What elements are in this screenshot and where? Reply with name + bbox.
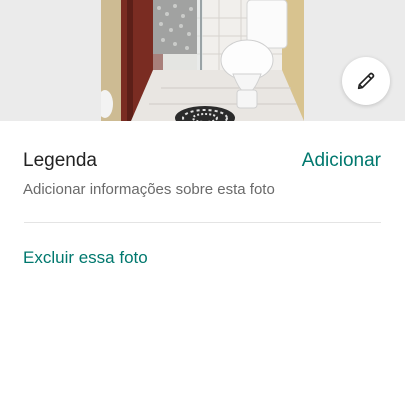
- listing-photo[interactable]: [101, 0, 304, 121]
- photo-area: [0, 0, 405, 121]
- add-caption-button[interactable]: Adicionar: [302, 150, 381, 172]
- pencil-icon: [357, 72, 375, 90]
- delete-photo-button[interactable]: Excluir essa foto: [23, 248, 148, 268]
- edit-photo-button[interactable]: [342, 57, 390, 105]
- bathroom-photo-image: [101, 0, 304, 121]
- divider: [24, 222, 381, 223]
- caption-title: Legenda: [23, 150, 97, 171]
- caption-hint: Adicionar informações sobre esta foto: [23, 181, 275, 198]
